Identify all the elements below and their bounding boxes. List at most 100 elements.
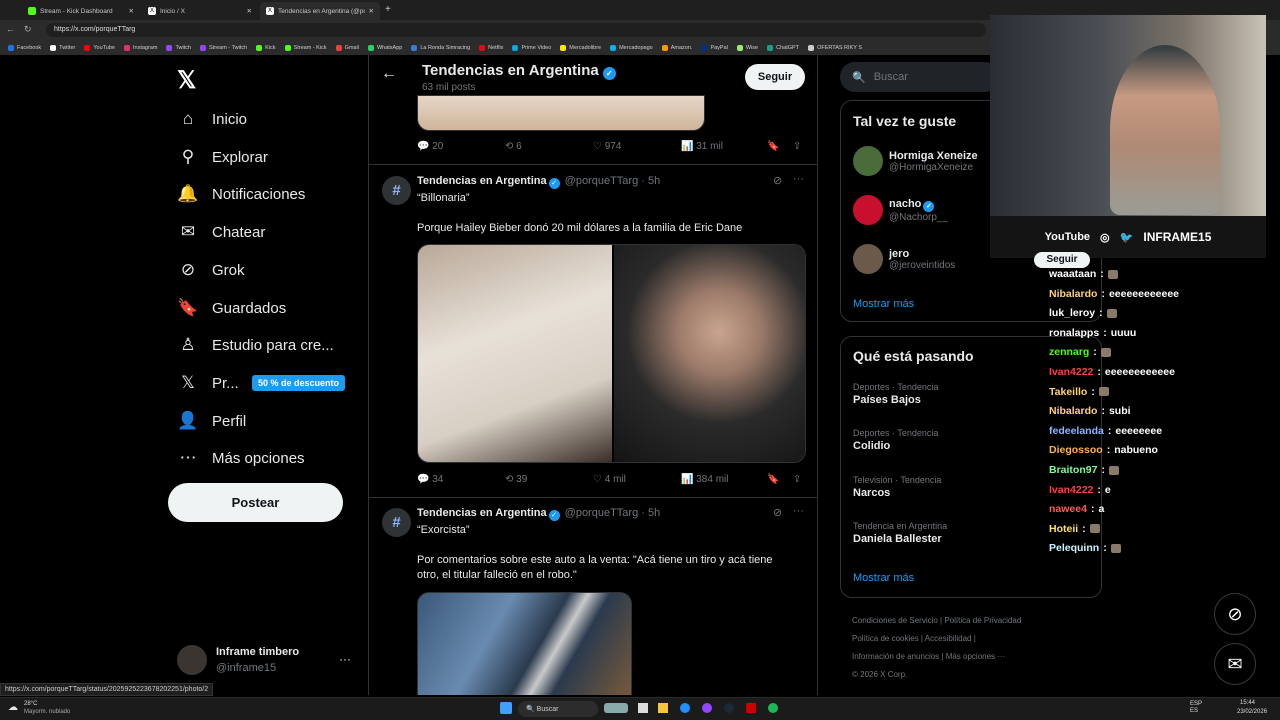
app-icon[interactable] <box>702 703 712 713</box>
bookmark-item[interactable]: Kick <box>256 44 276 51</box>
tab-tendencias[interactable]: X Tendencias en Argentina (@porqu... ✕ <box>260 2 380 20</box>
nav-item-perfil[interactable]: 👤 Perfil <box>177 410 246 432</box>
trend-item[interactable]: Deportes · Tendencia Colidio <box>853 428 938 452</box>
trend-item[interactable]: Televisión · Tendencia Narcos <box>853 475 941 499</box>
search-input[interactable]: 🔍 Buscar <box>840 62 1000 92</box>
bookmark-item[interactable]: Twitter <box>50 44 75 51</box>
app-icon[interactable] <box>746 703 756 713</box>
close-icon[interactable]: ✕ <box>369 7 374 15</box>
edge-icon[interactable] <box>680 703 690 713</box>
tab-kick-dashboard[interactable]: Stream - Kick Dashboard ✕ <box>22 2 140 20</box>
taskbar-app-icon[interactable] <box>604 703 628 713</box>
grok-icon[interactable]: ⊘ <box>773 174 782 187</box>
trend-item[interactable]: Tendencia en Argentina Daniela Ballester <box>853 521 947 545</box>
clock-date[interactable]: 23/02/2026 <box>1237 709 1267 715</box>
bookmark-item[interactable]: Mercadopago <box>610 44 653 51</box>
tweet-author-handle[interactable]: @porqueTTarg <box>565 175 639 187</box>
show-more-link[interactable]: Mostrar más <box>853 572 914 584</box>
views-button[interactable]: 📊 31 mil <box>681 141 723 152</box>
avatar[interactable] <box>853 146 883 176</box>
nav-item-explorar[interactable]: ⚲ Explorar <box>177 146 268 168</box>
bookmark-item[interactable]: La Ronda Simracing <box>411 44 470 51</box>
bookmark-item[interactable]: Instagram <box>123 44 157 51</box>
follow-button-partial[interactable]: Seguir <box>1034 252 1090 268</box>
tweet-avatar[interactable]: # <box>382 508 411 537</box>
bookmark-item[interactable]: Wise <box>736 44 758 51</box>
views-button[interactable]: 📊 384 mil <box>681 474 728 485</box>
bookmark-item[interactable]: Amazon. <box>661 44 692 51</box>
bookmark-item[interactable]: Mercadolibre <box>560 44 601 51</box>
tweet-photo-1[interactable] <box>418 245 612 462</box>
x-logo-icon[interactable]: 𝕏 <box>177 66 196 95</box>
tweet-photo-2[interactable] <box>614 245 805 462</box>
reload-icon[interactable]: ↻ <box>24 24 32 35</box>
share-icon[interactable]: ⇪ <box>793 141 801 152</box>
nav-item-más-opciones[interactable]: ⋯ Más opciones <box>177 447 305 469</box>
tweet-author-handle[interactable]: @porqueTTarg <box>565 507 639 519</box>
bookmark-item[interactable]: Twitch <box>166 44 191 51</box>
start-button[interactable] <box>500 702 512 714</box>
bookmark-item[interactable]: WhatsApp <box>367 44 402 51</box>
close-icon[interactable]: ✕ <box>129 7 134 15</box>
suggestion-item[interactable]: jero @jeroveintidos <box>853 244 955 274</box>
tweet-avatar[interactable]: # <box>382 176 411 205</box>
tweet-media[interactable] <box>417 592 632 695</box>
back-icon[interactable]: ← <box>6 24 15 34</box>
tweet-author-name[interactable]: Tendencias en Argentina <box>417 175 547 187</box>
nav-item-estudio-para-cre[interactable]: ♙ Estudio para cre... <box>177 334 333 356</box>
bookmark-item[interactable]: ChatGPT <box>767 44 799 51</box>
tweet-time[interactable]: · 5h <box>641 175 660 187</box>
suggestion-item[interactable]: Hormiga Xeneize @HormigaXeneize <box>853 146 978 176</box>
footer-line[interactable]: © 2026 X Corp. <box>852 666 1072 684</box>
reply-button[interactable]: 💬 20 <box>417 141 443 152</box>
taskbar-search[interactable]: 🔍 Buscar <box>518 701 598 717</box>
grok-icon[interactable]: ⊘ <box>773 506 782 519</box>
bookmark-item[interactable]: YouTube <box>84 44 115 51</box>
bookmark-item[interactable]: PayPal <box>701 44 728 51</box>
spotify-icon[interactable] <box>768 703 778 713</box>
bookmark-item[interactable]: Prime Video <box>512 44 551 51</box>
repost-button[interactable]: ⟲ 39 <box>505 474 527 485</box>
tab-inicio-x[interactable]: X Inicio / X ✕ <box>142 2 258 20</box>
steam-icon[interactable] <box>724 703 734 713</box>
task-view-icon[interactable] <box>638 703 648 713</box>
like-button[interactable]: ♡ 974 <box>593 141 621 152</box>
nav-item-pr[interactable]: 𝕏 Pr... <box>177 372 239 394</box>
account-more-button[interactable]: ··· <box>339 652 351 666</box>
nav-item-guardados[interactable]: 🔖 Guardados <box>177 297 286 319</box>
nav-item-chatear[interactable]: ✉ Chatear <box>177 221 266 243</box>
bookmark-item[interactable]: Stream - Twitch <box>200 44 247 51</box>
bookmark-item[interactable]: OFERTAS RIKY S <box>808 44 862 51</box>
bookmark-item[interactable]: Facebook <box>8 44 41 51</box>
suggestion-name[interactable]: Hormiga Xeneize <box>889 150 978 162</box>
follow-button[interactable]: Seguir <box>745 64 805 90</box>
tweet-more-button[interactable]: ··· <box>793 505 804 517</box>
footer-line[interactable]: Información de anuncios | Más opciones ·… <box>852 648 1072 666</box>
footer-line[interactable]: Política de cookies | Accesibilidad | <box>852 630 1072 648</box>
suggestion-name[interactable]: jero <box>889 248 909 260</box>
bookmark-item[interactable]: Netflix <box>479 44 503 51</box>
avatar[interactable] <box>853 244 883 274</box>
tweet-author-name[interactable]: Tendencias en Argentina <box>417 507 547 519</box>
new-tab-button[interactable]: + <box>385 4 391 15</box>
post-button[interactable]: Postear <box>168 483 343 522</box>
avatar[interactable] <box>853 195 883 225</box>
language-indicator[interactable]: ESP ES <box>1190 701 1202 715</box>
nav-item-grok[interactable]: ⊘ Grok <box>177 259 245 281</box>
suggestion-item[interactable]: nacho ✓ @Nachorp__ <box>853 195 948 225</box>
share-icon[interactable]: ⇪ <box>793 474 801 485</box>
file-explorer-icon[interactable] <box>658 703 668 713</box>
close-icon[interactable]: ✕ <box>247 7 252 15</box>
bookmark-item[interactable]: Stream - Kick <box>284 44 327 51</box>
grok-icon[interactable]: ⊘ <box>1214 593 1256 635</box>
tweet-time[interactable]: · 5h <box>641 507 660 519</box>
messages-icon[interactable]: ✉ <box>1214 643 1256 685</box>
trend-item[interactable]: Deportes · Tendencia Países Bajos <box>853 382 938 406</box>
repost-button[interactable]: ⟲ 6 <box>505 141 522 152</box>
bookmark-icon[interactable]: 🔖 <box>767 141 779 152</box>
nav-item-inicio[interactable]: ⌂ Inicio <box>177 108 247 130</box>
back-arrow-icon[interactable]: ← <box>381 65 397 83</box>
tweet-media[interactable] <box>417 244 806 463</box>
suggestion-name[interactable]: nacho <box>889 198 921 210</box>
previous-tweet-image[interactable] <box>417 95 705 131</box>
